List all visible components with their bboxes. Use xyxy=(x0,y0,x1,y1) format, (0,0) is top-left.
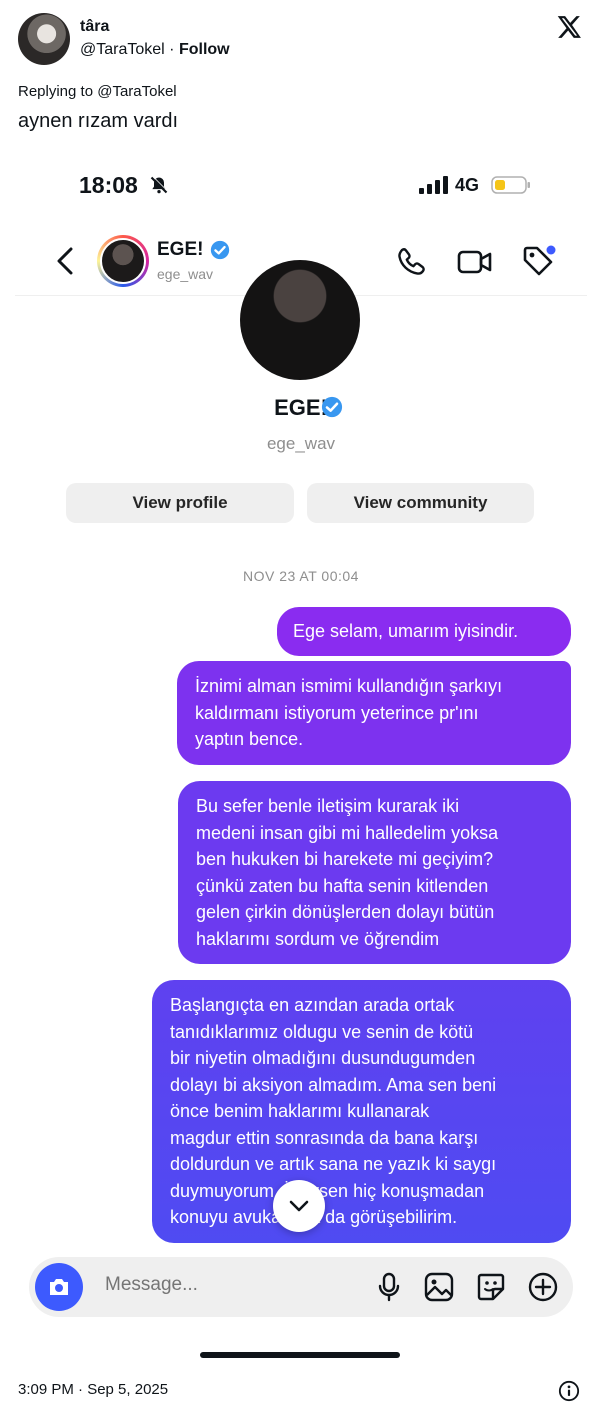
message-line: bir niyetin olmadığını dusundugumden xyxy=(170,1048,476,1068)
message-line: tanıdıklarımız oldugu ve senin de kötü xyxy=(170,1021,474,1042)
battery-icon xyxy=(491,176,530,194)
message-line: dolayı bi aksiyon almadım. Ama sen beni xyxy=(170,1074,497,1095)
view-profile-button[interactable]: View profile xyxy=(66,483,294,523)
message-line: Başlangıçta en azından arada ortak xyxy=(170,995,455,1015)
author-avatar[interactable] xyxy=(18,13,70,65)
contact-avatar[interactable] xyxy=(97,235,149,287)
microphone-icon[interactable] xyxy=(373,1271,405,1303)
x-logo-icon[interactable] xyxy=(556,14,582,40)
camera-button[interactable] xyxy=(35,1263,83,1311)
status-time: 18:08 xyxy=(79,172,138,198)
view-community-button[interactable]: View community xyxy=(307,483,534,523)
info-icon[interactable] xyxy=(558,1380,580,1402)
contact-handle: ege_wav xyxy=(157,266,214,282)
follow-button[interactable]: Follow xyxy=(179,41,230,58)
message-line: Ege selam, umarım iyisindir. xyxy=(293,621,519,641)
message-line: Bu sefer benle iletişim kurarak iki xyxy=(196,796,460,816)
tag-icon[interactable] xyxy=(521,244,557,278)
contact-name[interactable]: EGE! xyxy=(157,239,203,261)
author-handle-line: @TaraTokel · Follow xyxy=(80,41,230,59)
message-bubble[interactable]: Bu sefer benle iletişim kurarak iki mede… xyxy=(178,781,571,964)
message-line: çünkü zaten bu hafta senin kitlenden xyxy=(196,875,489,896)
sticker-icon[interactable] xyxy=(475,1271,507,1303)
date-separator: NOV 23 AT 00:04 xyxy=(243,568,359,584)
attached-screenshot[interactable]: 18:08 4G EGE! ege_wav EGE! ege_wav View … xyxy=(15,145,587,1377)
message-line: medeni insan gibi mi halledelim yoksa xyxy=(196,822,499,843)
author-handle[interactable]: @TaraTokel xyxy=(80,41,165,58)
message-bubble[interactable]: İznimi alman ismimi kullandığın şarkıyı … xyxy=(177,661,571,765)
scroll-down-button[interactable] xyxy=(273,1180,325,1232)
author-display-name[interactable]: târa xyxy=(80,18,109,36)
message-input[interactable] xyxy=(105,1274,345,1296)
profile-handle: ege_wav xyxy=(266,434,336,453)
verified-badge-icon xyxy=(321,396,343,418)
message-line: ben hukuken bi harekete mi geçiyim? xyxy=(196,849,494,869)
profile-name: EGE! xyxy=(274,395,328,420)
separator-dot: · xyxy=(169,41,175,58)
verified-badge-icon xyxy=(210,240,230,260)
message-line: haklarımı sordum ve öğrendim xyxy=(196,928,440,949)
message-bubble[interactable]: Ege selam, umarım iyisindir. xyxy=(277,607,571,656)
bell-off-icon xyxy=(150,175,169,194)
message-line: magdur ettin sonrasında da bana karşı xyxy=(170,1127,479,1148)
network-type: 4G xyxy=(455,175,480,195)
profile-photo[interactable] xyxy=(240,260,360,380)
gallery-icon[interactable] xyxy=(423,1271,455,1303)
tweet-timestamp[interactable]: 3:09 PM · Sep 5, 2025 xyxy=(18,1381,168,1398)
home-indicator xyxy=(200,1352,400,1358)
chevron-down-icon xyxy=(289,1200,309,1212)
replying-to[interactable]: Replying to @TaraTokel xyxy=(18,83,177,100)
plus-circle-icon[interactable] xyxy=(527,1271,559,1303)
message-line: gelen çirkin dönüşlerden dolayı bütün xyxy=(196,902,495,922)
message-bubble[interactable]: Başlangıçta en azından arada ortak tanıd… xyxy=(152,980,571,1243)
message-line: duymuyorum. İstersen hiç konuşmadan xyxy=(170,1180,485,1201)
message-line: doldurdun ve artık sana ne yazık ki sayg… xyxy=(170,1154,497,1174)
camera-icon xyxy=(50,1279,68,1295)
message-line: İznimi alman ismimi kullandığın şarkıyı xyxy=(195,676,503,696)
message-line: kaldırmanı istiyorum yeterince pr'ını xyxy=(195,702,479,723)
message-line: önce benim haklarımı kullanarak xyxy=(170,1101,430,1121)
video-call-icon[interactable] xyxy=(457,246,493,278)
phone-call-icon[interactable] xyxy=(395,246,427,278)
message-line: konuyu avukatlarla da görüşebilirim. xyxy=(170,1207,458,1227)
signal-icon xyxy=(419,176,448,194)
message-composer xyxy=(29,1257,573,1317)
message-line: yaptın bence. xyxy=(195,729,304,749)
tweet-text: aynen rızam vardı xyxy=(18,110,179,132)
back-arrow-icon[interactable] xyxy=(53,245,77,277)
